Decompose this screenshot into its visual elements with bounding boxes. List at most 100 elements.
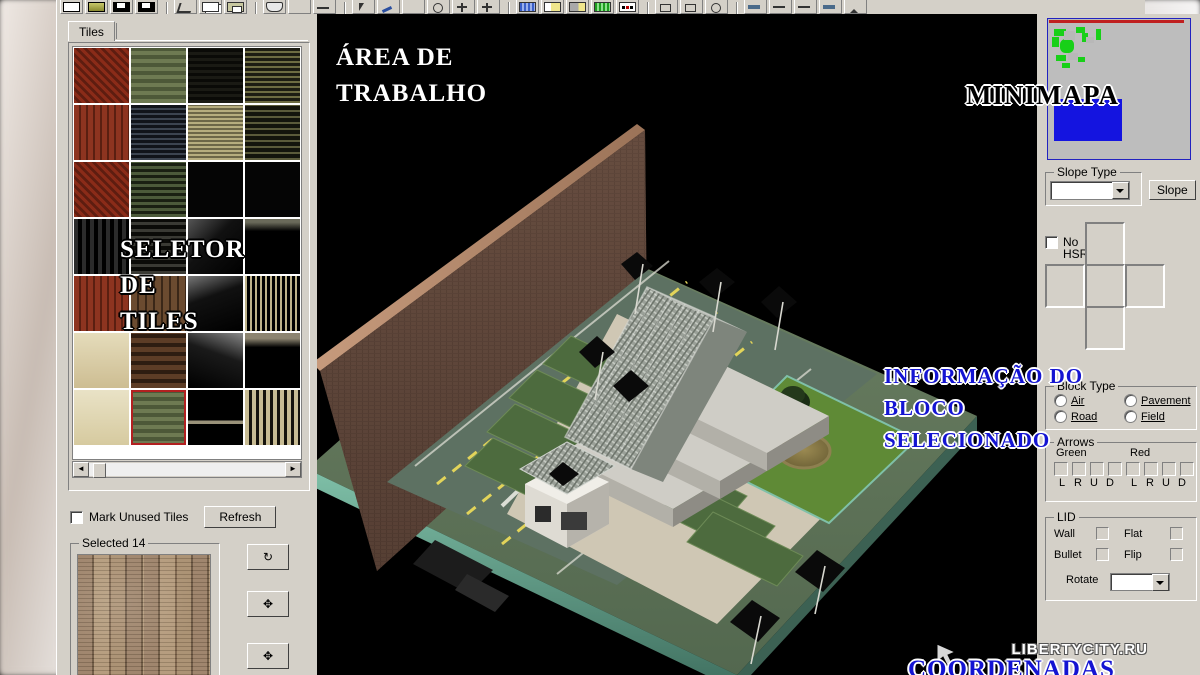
level-width-button[interactable]: [794, 0, 817, 14]
pointer-button[interactable]: [352, 0, 375, 14]
tile-16[interactable]: [245, 219, 300, 274]
arrow-green-l-checkbox[interactable]: [1054, 462, 1068, 476]
no-hsr-checkbox[interactable]: [1045, 236, 1058, 249]
tile-27[interactable]: [188, 390, 243, 445]
radio-pavement-indicator[interactable]: [1124, 394, 1137, 407]
anchor-button[interactable]: [477, 0, 500, 14]
redo-button[interactable]: [313, 0, 336, 14]
arrow-red-d-checkbox[interactable]: [1180, 462, 1194, 476]
tile-26[interactable]: [131, 390, 186, 445]
arrow-red-r-checkbox[interactable]: [1144, 462, 1158, 476]
lid-flip-checkbox[interactable]: [1170, 548, 1183, 561]
lid-rotate-combobox[interactable]: [1110, 573, 1170, 591]
water-layer-button[interactable]: [516, 0, 539, 14]
pan-tile-button[interactable]: ✥: [247, 643, 289, 669]
tile-9[interactable]: [74, 162, 129, 217]
tile-6[interactable]: [131, 105, 186, 160]
arrow-red-l-checkbox[interactable]: [1126, 462, 1140, 476]
radio-field-indicator[interactable]: [1124, 410, 1137, 423]
arrow-green-r-checkbox[interactable]: [1072, 462, 1086, 476]
tile-24[interactable]: [245, 333, 300, 388]
tile-10[interactable]: [131, 162, 186, 217]
tile-7[interactable]: [188, 105, 243, 160]
radio-air[interactable]: Air: [1054, 394, 1084, 407]
zoom-reset-button[interactable]: [655, 0, 678, 14]
arrow-green-d-checkbox[interactable]: [1108, 462, 1122, 476]
cut-button[interactable]: [174, 0, 197, 14]
arrows-red-checkboxes[interactable]: [1126, 462, 1194, 476]
slope-face-right[interactable]: [1125, 264, 1165, 308]
slope-type-combobox[interactable]: [1050, 181, 1130, 200]
slope-button[interactable]: Slope: [1149, 180, 1196, 200]
lid-flat-checkbox[interactable]: [1170, 527, 1183, 540]
map-viewport[interactable]: [317, 14, 1037, 675]
arrows-green-checkboxes[interactable]: [1054, 462, 1122, 476]
tab-tiles[interactable]: Tiles: [68, 21, 115, 41]
move-button[interactable]: [452, 0, 475, 14]
chevron-down-icon-rotate[interactable]: [1152, 574, 1169, 591]
tile-12[interactable]: [245, 162, 300, 217]
arrow-green-u-checkbox[interactable]: [1090, 462, 1104, 476]
tile-18[interactable]: [131, 276, 186, 331]
slope-face-center[interactable]: [1085, 264, 1125, 308]
lid-rotate-value[interactable]: [1111, 574, 1152, 590]
move-tile-button[interactable]: ✥: [247, 591, 289, 617]
mark-unused-tiles-checkbox[interactable]: [70, 510, 83, 524]
tile-5[interactable]: [74, 105, 129, 160]
tile-21[interactable]: [74, 333, 129, 388]
level-curve-button[interactable]: [769, 0, 792, 14]
copy-button[interactable]: [199, 0, 222, 14]
slope-face-down[interactable]: [1085, 306, 1125, 350]
zoom-fit-button[interactable]: [680, 0, 703, 14]
tile-15[interactable]: [188, 219, 243, 274]
refresh-button[interactable]: Refresh: [204, 506, 277, 528]
undo-button[interactable]: [288, 0, 311, 14]
radio-field[interactable]: Field: [1124, 410, 1165, 423]
tile-11[interactable]: [188, 162, 243, 217]
tile-28[interactable]: [245, 390, 300, 445]
scroll-left-arrow-icon[interactable]: ◄: [73, 462, 89, 477]
tile-4[interactable]: [245, 48, 300, 103]
tile-20[interactable]: [245, 276, 300, 331]
scroll-track[interactable]: [89, 463, 285, 478]
slope-face-up[interactable]: [1085, 222, 1125, 266]
level-slope-button[interactable]: [844, 0, 867, 14]
minimap[interactable]: [1047, 18, 1191, 160]
objects-layer-button[interactable]: [616, 0, 639, 14]
fill-button[interactable]: [377, 0, 400, 14]
print-button[interactable]: [263, 0, 286, 14]
scroll-thumb[interactable]: [93, 463, 106, 478]
tile-13[interactable]: [74, 219, 129, 274]
new-document-button[interactable]: [60, 0, 83, 14]
tile-3[interactable]: [188, 48, 243, 103]
lid-bullet-checkbox[interactable]: [1096, 548, 1109, 561]
tile-25[interactable]: [74, 390, 129, 445]
save-button[interactable]: [110, 0, 133, 14]
magic-wand-button[interactable]: [402, 0, 425, 14]
tile-23[interactable]: [188, 333, 243, 388]
arrow-red-u-checkbox[interactable]: [1162, 462, 1176, 476]
road-layer-button[interactable]: [566, 0, 589, 14]
rotate-tile-button[interactable]: ↻: [247, 544, 289, 570]
ellipse-button[interactable]: [427, 0, 450, 14]
lid-wall-checkbox[interactable]: [1096, 527, 1109, 540]
level-top-button[interactable]: [744, 0, 767, 14]
view-button[interactable]: [705, 0, 728, 14]
grass-layer-button[interactable]: [591, 0, 614, 14]
tile-19[interactable]: [188, 276, 243, 331]
radio-road[interactable]: Road: [1054, 410, 1097, 423]
tile-8[interactable]: [245, 105, 300, 160]
tile-17[interactable]: [74, 276, 129, 331]
paste-button[interactable]: [224, 0, 247, 14]
slope-face-left[interactable]: [1045, 264, 1085, 308]
open-folder-button[interactable]: [85, 0, 108, 14]
radio-road-indicator[interactable]: [1054, 410, 1067, 423]
tile-14[interactable]: [131, 219, 186, 274]
chevron-down-icon[interactable]: [1112, 182, 1129, 199]
tile-2[interactable]: [131, 48, 186, 103]
scroll-right-arrow-icon[interactable]: ►: [285, 462, 301, 477]
sand-layer-button[interactable]: [541, 0, 564, 14]
tile-1[interactable]: [74, 48, 129, 103]
tile-grid-hscrollbar[interactable]: ◄ ►: [72, 461, 302, 478]
tile-grid[interactable]: [72, 46, 302, 460]
